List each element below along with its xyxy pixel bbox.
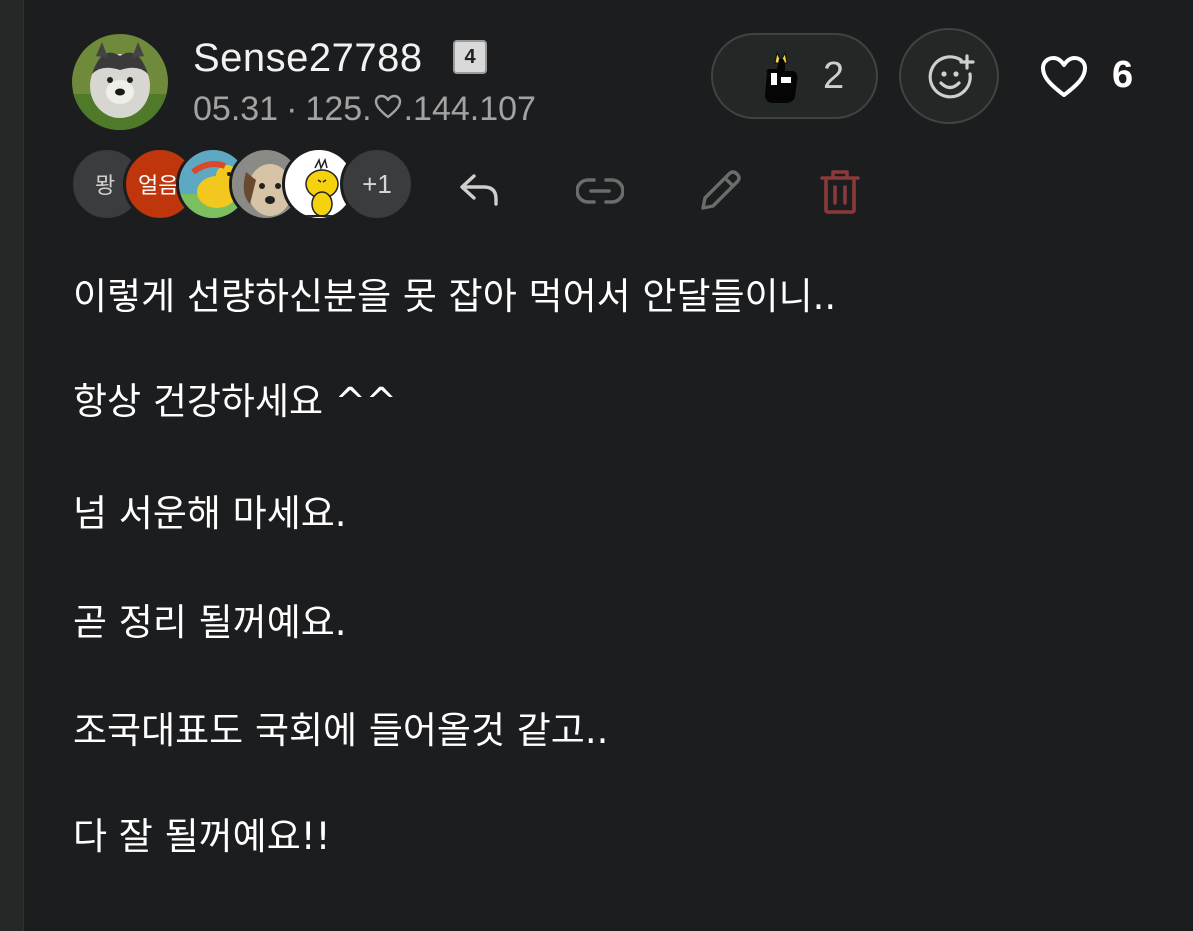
comment-text-line: 항상 건강하세요 ^^ — [73, 380, 397, 423]
comment-text-line: 넘 서운해 마세요. — [73, 492, 347, 535]
reaction-count: 2 — [823, 55, 845, 97]
reaction-button[interactable]: 2 — [711, 33, 878, 119]
username[interactable]: Sense27788 — [193, 36, 423, 81]
trash-icon[interactable] — [818, 168, 862, 220]
thread-rail-line — [23, 0, 24, 931]
reply-icon[interactable] — [458, 172, 502, 212]
comment-text-line: 조국대표도 국회에 들어올것 같고.. — [73, 709, 609, 752]
level-badge: 4 — [453, 40, 487, 74]
comment-text-line: 곧 정리 될꺼예요. — [73, 601, 347, 644]
thread-rail — [0, 0, 23, 931]
comment-text-line: 이렇게 선량하신분을 못 잡아 먹어서 안달들이니.. — [73, 275, 837, 318]
thumbs-up-emoji-icon — [761, 51, 801, 109]
like-count: 6 — [1112, 54, 1134, 96]
pencil-icon[interactable] — [695, 166, 745, 220]
post-meta: 05.31 · 125. .144.107 — [193, 90, 536, 129]
link-icon[interactable] — [575, 176, 625, 210]
husky-dog-avatar-icon[interactable] — [72, 34, 168, 130]
comment-card: Sense27788 4 05.31 · 125. .144.107 2 6 뫙… — [0, 0, 1193, 931]
ip-mask-heart-icon — [374, 90, 402, 129]
post-date: 05.31 — [193, 90, 279, 128]
meta-separator: · — [286, 90, 298, 128]
comment-text-line: 다 잘 될꺼예요!! — [73, 815, 331, 858]
ip-suffix: .144.107 — [403, 90, 536, 128]
ip-prefix: 125. — [305, 90, 372, 128]
add-reaction-button[interactable] — [899, 28, 999, 124]
heart-icon[interactable] — [1040, 55, 1088, 103]
more-reactors-button[interactable]: +1 — [340, 147, 414, 221]
more-reactors-label: +1 — [362, 168, 392, 199]
smiley-plus-icon — [928, 54, 975, 99]
